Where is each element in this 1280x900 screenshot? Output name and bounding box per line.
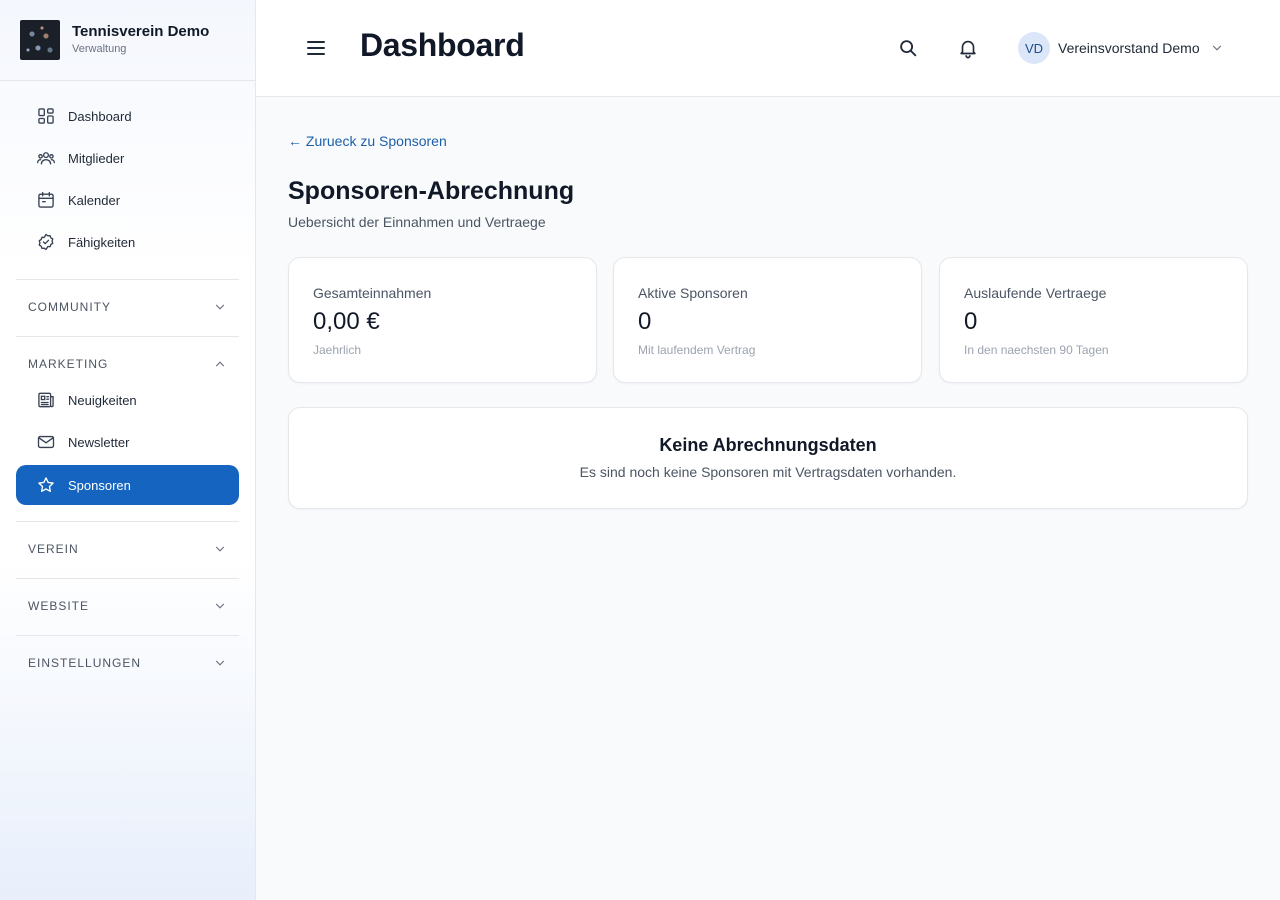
- stat-label: Auslaufende Vertraege: [964, 285, 1107, 301]
- top-header: Dashboard VD Vereinsvorstand Demo: [256, 0, 1280, 97]
- stat-note: In den naechsten 90 Tagen: [964, 343, 1109, 357]
- section-label: WEBSITE: [28, 599, 90, 613]
- sidebar-item-label: Dashboard: [68, 108, 132, 124]
- section-label: COMMUNITY: [28, 300, 111, 314]
- sidebar-item-newsletter[interactable]: Newsletter: [16, 422, 239, 462]
- mail-icon: [37, 435, 55, 449]
- stat-card-revenue: Gesamteinnahmen 0,00 € Jaehrlich: [288, 257, 597, 383]
- section-label: EINSTELLUNGEN: [28, 656, 142, 670]
- sidebar-item-kalender[interactable]: Kalender: [16, 180, 239, 220]
- chevron-down-icon: [215, 660, 225, 666]
- stat-value: 0: [964, 308, 978, 335]
- section-label: VEREIN: [28, 542, 79, 556]
- sidebar-item-faehigkeiten[interactable]: Fähigkeiten: [16, 222, 239, 262]
- search-icon[interactable]: [897, 37, 919, 59]
- chevron-down-icon: [215, 304, 225, 310]
- chevron-down-icon: [1212, 45, 1221, 51]
- sidebar-item-label: Sponsoren: [68, 477, 131, 493]
- empty-state-title: Keine Abrechnungsdaten: [659, 435, 877, 455]
- sidebar-item-neuigkeiten[interactable]: Neuigkeiten: [16, 380, 239, 420]
- sidebar-divider: [16, 635, 239, 636]
- content-title: Sponsoren-Abrechnung: [288, 177, 575, 205]
- brand-name: Tennisverein Demo: [72, 23, 210, 40]
- stat-label: Gesamteinnahmen: [313, 285, 432, 301]
- stat-note: Mit laufendem Vertrag: [638, 343, 756, 357]
- content-subtitle: Uebersicht der Einnahmen und Vertraege: [288, 214, 546, 230]
- chevron-down-icon: [215, 546, 225, 552]
- brand-subtitle: Verwaltung: [72, 43, 127, 55]
- empty-state-text: Es sind noch keine Sponsoren mit Vertrag…: [579, 464, 957, 480]
- section-website[interactable]: WEBSITE: [16, 591, 239, 621]
- stat-label: Aktive Sponsoren: [638, 285, 748, 301]
- user-name: Vereinsvorstand Demo: [1058, 40, 1200, 56]
- section-label: MARKETING: [28, 357, 109, 371]
- sidebar-divider: [16, 521, 239, 522]
- users-icon: [37, 152, 55, 165]
- chevron-up-icon: [215, 361, 225, 367]
- empty-state: Keine Abrechnungsdaten Es sind noch kein…: [288, 407, 1248, 509]
- section-verein[interactable]: VEREIN: [16, 534, 239, 564]
- section-marketing[interactable]: MARKETING: [16, 349, 239, 379]
- user-menu[interactable]: VD Vereinsvorstand Demo: [1018, 32, 1224, 64]
- back-to-sponsors-link[interactable]: ← Zurueck zu Sponsoren: [288, 133, 447, 149]
- sidebar-item-label: Mitglieder: [68, 150, 125, 166]
- dashboard-icon: [38, 108, 54, 124]
- stat-note: Jaehrlich: [313, 343, 362, 357]
- hamburger-menu-icon[interactable]: [304, 36, 328, 60]
- calendar-icon: [38, 191, 54, 208]
- page-title: Dashboard: [360, 27, 525, 63]
- stat-value: 0,00 €: [313, 308, 380, 335]
- stat-value: 0: [638, 308, 652, 335]
- sidebar-item-label: Kalender: [68, 192, 121, 208]
- sidebar-item-dashboard[interactable]: Dashboard: [16, 96, 239, 136]
- sidebar-item-sponsoren[interactable]: Sponsoren: [16, 465, 239, 505]
- sidebar-divider: [16, 279, 239, 280]
- section-community[interactable]: COMMUNITY: [16, 292, 239, 322]
- star-icon: [38, 477, 54, 492]
- bell-icon[interactable]: [957, 37, 979, 59]
- newspaper-icon: [38, 392, 54, 408]
- sidebar-divider: [16, 578, 239, 579]
- sidebar-item-label: Newsletter: [68, 434, 130, 450]
- sidebar-item-mitglieder[interactable]: Mitglieder: [16, 138, 239, 178]
- club-logo: [20, 20, 60, 60]
- chevron-down-icon: [215, 603, 225, 609]
- sidebar: Tennisverein Demo Verwaltung Dashboard M…: [0, 0, 256, 900]
- sidebar-item-label: Fähigkeiten: [68, 234, 136, 250]
- sidebar-divider: [16, 336, 239, 337]
- sidebar-item-label: Neuigkeiten: [68, 392, 137, 408]
- stat-card-expiring-contracts: Auslaufende Vertraege 0 In den naechsten…: [939, 257, 1248, 383]
- avatar: VD: [1018, 32, 1050, 64]
- badge-check-icon: [38, 233, 54, 251]
- brand[interactable]: Tennisverein Demo Verwaltung: [0, 0, 255, 81]
- section-einstellungen[interactable]: EINSTELLUNGEN: [16, 648, 239, 678]
- stat-card-active-sponsors: Aktive Sponsoren 0 Mit laufendem Vertrag: [613, 257, 922, 383]
